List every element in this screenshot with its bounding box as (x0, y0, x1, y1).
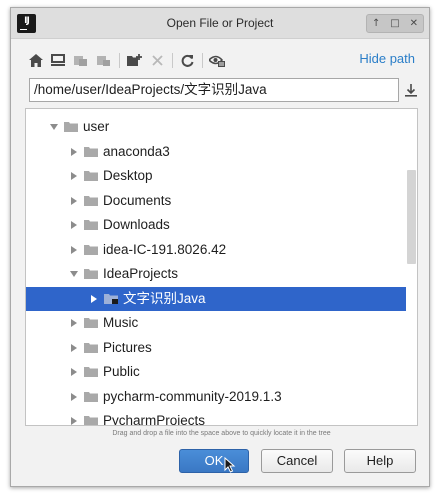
close-button[interactable]: ✕ (410, 18, 418, 29)
tree-item-label: pycharm-community-2019.1.3 (103, 388, 282, 404)
drag-drop-hint: Drag and drop a file into the space abov… (112, 430, 331, 437)
collapse-right-arrow-icon[interactable] (70, 196, 78, 205)
folder-icon (64, 122, 78, 132)
mouse-cursor-icon (224, 457, 236, 473)
scrollbar-thumb[interactable] (407, 170, 416, 264)
ok-button[interactable]: OK (179, 449, 249, 473)
module-icon[interactable] (93, 48, 115, 72)
collapse-right-arrow-icon[interactable] (90, 294, 98, 303)
collapse-right-arrow-icon[interactable] (70, 417, 78, 425)
tree-row[interactable]: Downloads (26, 213, 406, 238)
download-icon[interactable] (404, 81, 418, 99)
refresh-icon[interactable] (176, 48, 198, 72)
window-controls: ↑ □ ✕ (366, 14, 424, 33)
delete-icon[interactable] (146, 48, 168, 72)
desktop-icon[interactable] (47, 48, 69, 72)
folder-icon (84, 391, 98, 402)
new-folder-icon[interactable] (123, 48, 145, 72)
title-bar[interactable]: IJ Open File or Project ↑ □ ✕ (11, 8, 429, 39)
collapse-right-arrow-icon[interactable] (70, 392, 78, 401)
collapse-right-arrow-icon[interactable] (70, 221, 78, 229)
tree-row[interactable]: Desktop (26, 164, 406, 189)
tree-item-label: idea-IC-191.8026.42 (103, 241, 227, 257)
folder-icon (84, 220, 98, 230)
tree-item-label: anaconda3 (103, 143, 170, 159)
collapse-right-arrow-icon[interactable] (70, 172, 78, 180)
collapse-right-arrow-icon[interactable] (70, 319, 78, 327)
folder-icon (84, 269, 98, 279)
open-file-dialog: IJ Open File or Project ↑ □ ✕ Hide path … (10, 7, 430, 487)
tree-item-label: Pictures (103, 339, 152, 355)
help-button[interactable]: Help (344, 449, 416, 473)
toolbar: Hide path (25, 48, 419, 72)
restore-button[interactable]: □ (390, 18, 399, 29)
folder-icon (84, 244, 98, 255)
tree-row[interactable]: 文字识别Java (26, 286, 406, 311)
expand-down-arrow-icon[interactable] (70, 270, 78, 278)
tree-item-label: Downloads (103, 217, 170, 232)
tree-item-label: Public (103, 364, 140, 379)
tree-row[interactable]: Music (26, 311, 406, 336)
folder-icon (84, 416, 98, 425)
tree-row[interactable]: user (26, 115, 406, 140)
folder-icon (104, 293, 118, 304)
folder-icon (84, 318, 98, 328)
collapse-right-arrow-icon[interactable] (70, 368, 78, 376)
tree-row[interactable]: Documents (26, 189, 406, 214)
tree-row[interactable]: PycharmProjects (26, 409, 406, 426)
home-icon[interactable] (25, 48, 47, 72)
tree-scrollbar[interactable] (406, 109, 417, 425)
folder-icon (84, 146, 98, 157)
toolbar-separator (202, 53, 203, 68)
tree-item-label: 文字识别Java (123, 290, 206, 306)
tree-item-label: Desktop (103, 168, 153, 183)
tree-item-label: IdeaProjects (103, 266, 179, 281)
tree-item-label: Documents (103, 192, 172, 208)
file-tree[interactable]: user anaconda3 Desktop Documents Downloads id… (25, 108, 418, 426)
collapse-right-arrow-icon[interactable] (70, 343, 78, 352)
expand-down-arrow-icon[interactable] (50, 123, 58, 131)
folder-icon (84, 195, 98, 206)
tree-row[interactable]: Pictures (26, 336, 406, 361)
tree-row[interactable]: pycharm-community-2019.1.3 (26, 385, 406, 410)
tree-row[interactable]: idea-IC-191.8026.42 (26, 238, 406, 263)
project-icon[interactable] (70, 48, 92, 72)
maximize-up-button[interactable]: ↑ (372, 18, 380, 29)
hide-path-link[interactable]: Hide path (359, 51, 415, 66)
collapse-right-arrow-icon[interactable] (70, 245, 78, 254)
path-input[interactable]: /home/user/IdeaProjects/文字识别Java (29, 78, 399, 102)
toolbar-separator (119, 53, 120, 68)
folder-icon (84, 342, 98, 353)
tree-item-label: PycharmProjects (103, 413, 206, 426)
tree-item-label: user (83, 119, 110, 134)
tree-item-label: Music (103, 315, 139, 330)
toolbar-separator (172, 53, 173, 68)
collapse-right-arrow-icon[interactable] (70, 147, 78, 156)
cancel-button[interactable]: Cancel (261, 449, 333, 473)
folder-icon (84, 171, 98, 181)
tree-row[interactable]: IdeaProjects (26, 262, 406, 287)
tree-row[interactable]: anaconda3 (26, 140, 406, 165)
show-hidden-icon[interactable] (206, 48, 228, 72)
folder-icon (84, 367, 98, 377)
tree-row[interactable]: Public (26, 360, 406, 385)
